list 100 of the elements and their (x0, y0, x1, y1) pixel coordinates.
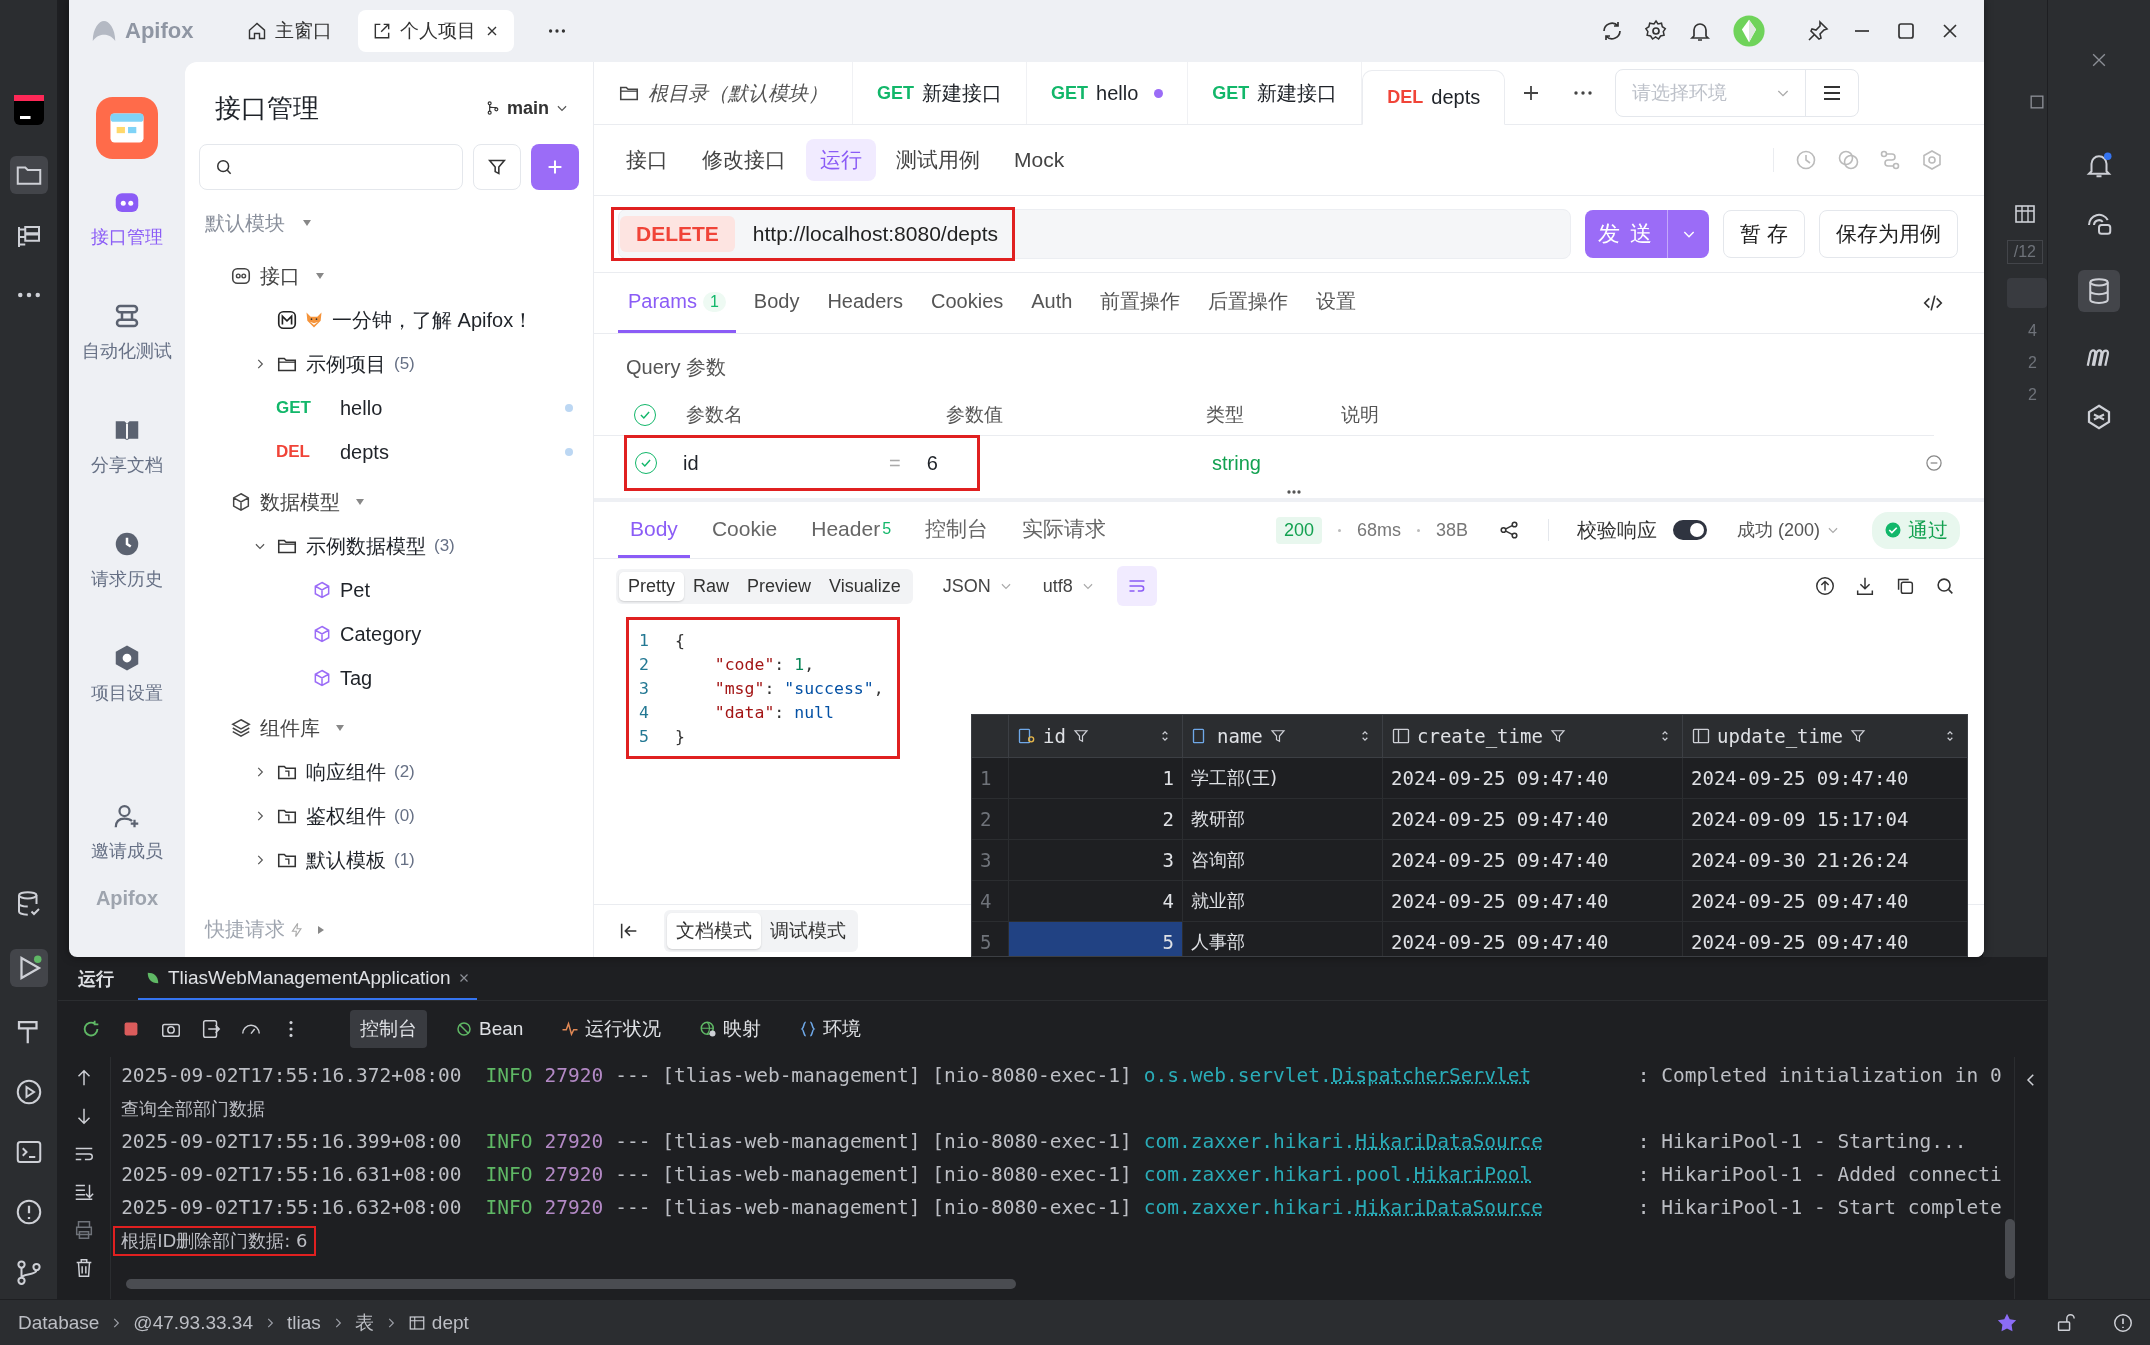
wrap-button[interactable] (1116, 566, 1157, 606)
pin-icon[interactable] (1806, 19, 1830, 43)
table-icon[interactable] (2013, 202, 2037, 226)
view-tab[interactable]: Mock (1000, 141, 1079, 179)
param-tab[interactable]: 前置操作 (1090, 273, 1191, 333)
response-tab[interactable]: 实际请求 (1010, 502, 1119, 558)
tree-item[interactable]: Pet (185, 568, 593, 612)
response-tab[interactable]: 控制台 (913, 502, 1001, 558)
sidebar-item[interactable]: 接口管理 (91, 187, 163, 301)
table-cell[interactable]: 咨询部 (1182, 840, 1382, 880)
tree-item[interactable]: Tag (185, 656, 593, 700)
table-cell[interactable]: 2024-09-25 09:47:40 (1682, 922, 1967, 956)
breadcrumb-item[interactable]: @47.93.33.34 (133, 1311, 253, 1334)
tree-item[interactable]: 组件库 (185, 706, 593, 750)
toggle-switch[interactable] (1672, 520, 1707, 540)
response-tab[interactable]: Cookie (699, 502, 790, 558)
format-tab[interactable]: Visualize (820, 571, 910, 601)
tree-item[interactable]: 默认模板 (1) (185, 838, 593, 882)
breadcrumb-item[interactable]: 表 (354, 1309, 374, 1336)
folder-icon[interactable] (9, 156, 48, 194)
database-icon[interactable] (2078, 270, 2120, 312)
table-cell[interactable]: 5 (1008, 922, 1182, 956)
format-tab[interactable]: Pretty (619, 571, 684, 601)
share-icon[interactable] (1497, 519, 1520, 541)
console-tab[interactable]: 运行状况 (551, 1010, 672, 1048)
table-cell[interactable]: 3 (1008, 840, 1182, 880)
tree-item[interactable]: Category (185, 612, 593, 656)
remove-icon[interactable] (1924, 453, 1944, 473)
sidebar-item[interactable]: 邀请成员 (91, 801, 163, 887)
exit-icon[interactable] (200, 1018, 222, 1040)
branch-selector[interactable]: main (485, 97, 569, 119)
window-tab[interactable]: 主窗口 (233, 10, 347, 52)
table-cell[interactable]: 4 (1008, 881, 1182, 921)
table-cell[interactable]: 2024-09-25 09:47:40 (1682, 881, 1967, 921)
table-cell[interactable]: 人事部 (1182, 922, 1382, 956)
breadcrumb-item[interactable]: tlias (287, 1311, 321, 1334)
encoding-select[interactable]: utf8 (1042, 575, 1073, 597)
param-tab[interactable]: 设置 (1306, 273, 1367, 333)
refresh-icon[interactable] (1600, 19, 1624, 43)
sidebar-item[interactable]: 分享文档 (91, 415, 163, 529)
breadcrumb-item[interactable]: dept (407, 1311, 469, 1334)
upload-icon[interactable] (1814, 575, 1836, 597)
filter-icon[interactable] (1848, 727, 1867, 745)
table-cell[interactable]: 2024-09-25 09:47:40 (1682, 758, 1967, 798)
table-cell[interactable]: 1 (1008, 758, 1182, 798)
view-tab[interactable]: 运行 (806, 139, 876, 181)
tree-item[interactable]: 鉴权组件 (0) (185, 794, 593, 838)
save-as-case-button[interactable]: 保存为用例 (1819, 210, 1958, 258)
logger-link[interactable]: o.s.web.servlet.DispatcherServlet (1143, 1064, 1638, 1087)
mode-tab[interactable]: 调试模式 (761, 913, 855, 949)
table-cell[interactable]: 2024-09-25 09:47:40 (1382, 881, 1682, 921)
format-tab[interactable]: Raw (684, 571, 739, 601)
table-cell[interactable]: 就业部 (1182, 881, 1382, 921)
column-header[interactable]: id (1008, 715, 1182, 757)
view-tab[interactable]: 接口 (612, 139, 682, 181)
mode-tab[interactable]: 文档模式 (667, 913, 761, 949)
content-type-select[interactable]: JSON (942, 575, 991, 597)
send-button[interactable]: 发 送 (1585, 210, 1668, 258)
logger-link[interactable]: com.zaxxer.hikari.HikariDataSource (1143, 1130, 1638, 1153)
info-icon[interactable] (2112, 1311, 2134, 1334)
table-cell[interactable]: 2024-09-25 09:47:40 (1382, 799, 1682, 839)
response-tab[interactable]: Body (618, 502, 690, 558)
sidebar-item[interactable]: 项目设置 (91, 643, 163, 757)
add-button[interactable] (531, 144, 579, 190)
send-dropdown-button[interactable] (1667, 210, 1710, 258)
table-cell[interactable]: 2024-09-30 21:26:24 (1682, 840, 1967, 880)
tree-item[interactable]: GET hello (185, 386, 593, 430)
tree-item[interactable]: 一分钟，了解 Apifox！ (185, 298, 593, 342)
table-cell[interactable]: 2024-09-25 09:47:40 (1382, 840, 1682, 880)
tree-item[interactable]: 示例数据模型 (3) (185, 524, 593, 568)
search-icon[interactable] (1934, 575, 1956, 597)
view-tab[interactable]: 修改接口 (688, 139, 800, 181)
param-tab[interactable]: Params 1 (618, 273, 736, 333)
url-field[interactable]: http://localhost:8080/depts (752, 222, 998, 246)
table-cell[interactable]: 教研部 (1182, 799, 1382, 839)
document-tab[interactable]: DEL depts (1362, 69, 1506, 125)
table-cell[interactable]: 2024-09-25 09:47:40 (1382, 922, 1682, 956)
table-cell[interactable]: 2024-09-25 09:47:40 (1382, 758, 1682, 798)
download-icon[interactable] (1854, 575, 1876, 597)
breadcrumb-item[interactable]: Database (18, 1311, 100, 1334)
sidebar-item[interactable]: 自动化测试 (82, 301, 172, 415)
param-tab[interactable]: Body (743, 273, 810, 333)
filter-icon[interactable] (1548, 727, 1567, 745)
param-tab[interactable]: Auth (1021, 273, 1083, 333)
save-button[interactable]: 暂 存 (1723, 210, 1805, 258)
format-tab[interactable]: Preview (738, 571, 821, 601)
logger-link[interactable]: com.zaxxer.hikari.HikariDataSource (1143, 1196, 1638, 1219)
run-icon[interactable] (9, 949, 48, 987)
filter-icon[interactable] (1071, 727, 1090, 745)
param-value-field[interactable]: 6 (926, 451, 938, 475)
sidebar-item[interactable]: 请求历史 (91, 529, 163, 643)
scrollbar[interactable] (2004, 1219, 2015, 1279)
console-tab[interactable]: 环境 (789, 1010, 872, 1048)
search-field[interactable] (199, 144, 463, 190)
console-tab[interactable]: 映射 (689, 1010, 772, 1048)
console-tab[interactable]: 控制台 (350, 1010, 427, 1048)
filter-icon[interactable] (1268, 727, 1287, 745)
column-header[interactable]: create_time (1382, 715, 1682, 757)
tree-item[interactable]: 响应组件 (2) (185, 750, 593, 794)
settings-icon[interactable] (1644, 19, 1668, 43)
